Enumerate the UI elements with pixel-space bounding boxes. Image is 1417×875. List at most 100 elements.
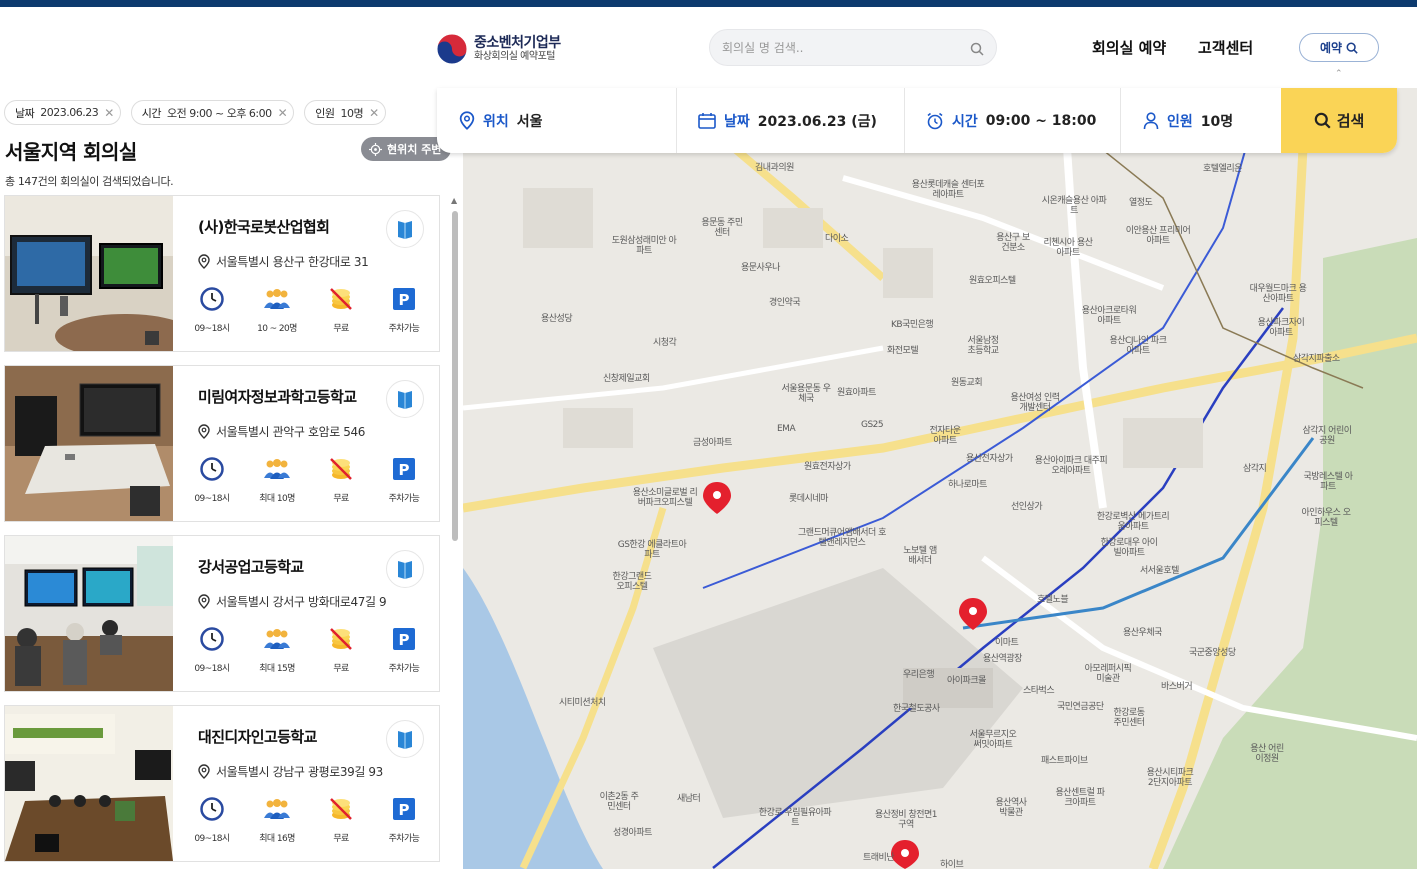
- map-label: 다이소: [825, 234, 849, 244]
- map-label: EMA: [777, 424, 796, 434]
- map-label: 용산소미글로벌 리버파크오피스텔: [632, 488, 698, 508]
- room-address: 서울특별시 관악구 호암로 546: [198, 423, 365, 440]
- room-card[interactable]: 미림여자정보과학고등학교 서울특별시 관악구 호암로 546 09~18시 최대…: [4, 365, 440, 522]
- feature-fee: 무료: [311, 286, 371, 334]
- map-label: 삼각지: [1243, 464, 1267, 474]
- people-filter[interactable]: 인원 10명: [1143, 88, 1233, 153]
- map-label: 호텔엘리온: [1203, 164, 1242, 174]
- room-name[interactable]: 강서공업고등학교: [198, 556, 304, 577]
- top-accent-bar: [0, 0, 1417, 7]
- map-label: 금성아파트: [693, 438, 732, 448]
- map-pin-icon: [198, 594, 210, 609]
- map-label: 원효오피스텔: [969, 276, 1016, 286]
- map-label: GS한강 에클라트아파트: [617, 540, 687, 560]
- no-fee-coins-icon: [311, 796, 371, 822]
- list-scrollbar[interactable]: ▲: [451, 196, 459, 869]
- feature-capacity: 최대 15명: [247, 626, 307, 674]
- chip-key: 날짜: [15, 106, 35, 120]
- room-photo: [5, 536, 173, 691]
- map-label: 아인하우스 오피스텔: [1301, 508, 1351, 528]
- map-label: 성경아파트: [613, 828, 652, 838]
- feature-hours: 09~18시: [182, 626, 242, 674]
- site-header: 중소벤처기업부 화상회의실 예약포털 회의실 예약 고객센터 예약 ⌃: [0, 7, 1417, 88]
- room-card[interactable]: 강서공업고등학교 서울특별시 강서구 방화대로47길 9 09~18시 최대 1…: [4, 535, 440, 692]
- date-value: 2023.06.23 (금): [757, 113, 877, 130]
- scroll-up-arrow-icon[interactable]: ▲: [451, 196, 457, 205]
- map-label: KB국민은행: [891, 320, 934, 330]
- nav-room-reservation[interactable]: 회의실 예약: [1092, 37, 1166, 58]
- close-icon[interactable]: ✕: [369, 106, 379, 120]
- time-filter[interactable]: 시간 09:00 ~ 18:00: [926, 88, 1096, 153]
- time-key: 시간: [952, 113, 978, 130]
- reserve-button[interactable]: 예약: [1299, 33, 1379, 62]
- location-filter[interactable]: 위치 서울: [459, 88, 543, 153]
- scroll-thumb[interactable]: [452, 211, 458, 541]
- room-address: 서울특별시 강남구 광평로39길 93: [198, 763, 383, 780]
- map-label: 용산 어린이정원: [1250, 744, 1284, 764]
- chip-key: 인원: [315, 106, 335, 120]
- map-label: 전자타운 아파트: [929, 426, 961, 446]
- chevron-up-icon: ⌃: [1335, 69, 1343, 79]
- map-view[interactable]: 김내과의원 용산롯데캐슬 센터포레아파트 시온캐슬용산 아파트 열정도 호텔엘리…: [463, 88, 1417, 869]
- feature-parking: P 주차가능: [374, 456, 434, 504]
- map-label: 용산시티파크 2단지아파트: [1146, 768, 1194, 788]
- address-text: 서울특별시 강서구 방화대로47길 9: [216, 595, 387, 609]
- divider: [676, 88, 677, 153]
- people-icon: [247, 286, 307, 312]
- search-icon[interactable]: [970, 41, 984, 60]
- feature-hours: 09~18시: [182, 456, 242, 504]
- room-name[interactable]: 대진디자인고등학교: [198, 726, 317, 747]
- close-icon[interactable]: ✕: [104, 106, 114, 120]
- map-label: 용산CJ나인 파크아파트: [1109, 336, 1167, 356]
- room-name[interactable]: (사)한국로봇산업협회: [198, 216, 330, 237]
- close-icon[interactable]: ✕: [278, 106, 288, 120]
- location-value: 서울: [516, 113, 543, 130]
- map-label: 도원삼성래미안 아파트: [611, 236, 677, 256]
- room-search-input[interactable]: [722, 40, 962, 55]
- date-filter[interactable]: 날짜 2023.06.23 (금): [698, 88, 877, 153]
- book-icon[interactable]: [386, 380, 424, 418]
- search-button[interactable]: 검색: [1281, 88, 1397, 153]
- nav-customer-center[interactable]: 고객센터: [1198, 37, 1253, 58]
- map-label: 국방레스텔 아파트: [1303, 472, 1353, 492]
- map-label: 하나로마트: [948, 480, 987, 490]
- feature-capacity: 10 ~ 20명: [247, 286, 307, 334]
- map-label: 노보텔 앰배서더: [903, 546, 937, 566]
- map-label: 선인상가: [1011, 502, 1043, 512]
- map-label: 한국철도공사: [893, 704, 940, 714]
- room-card[interactable]: (사)한국로봇산업협회 서울특별시 용산구 한강대로 31 09~18시 10 …: [4, 195, 440, 352]
- time-value: 09:00 ~ 18:00: [985, 112, 1097, 129]
- map-pin-icon: [198, 424, 210, 439]
- book-icon[interactable]: [386, 550, 424, 588]
- room-search-box[interactable]: [709, 29, 997, 66]
- map-label: 대우월드마크 용산아파트: [1249, 284, 1307, 304]
- search-filter-bar: 위치 서울 날짜 2023.06.23 (금) 시간 09:00 ~ 18:00…: [437, 88, 1397, 153]
- book-icon[interactable]: [386, 720, 424, 758]
- address-text: 서울특별시 용산구 한강대로 31: [216, 255, 369, 269]
- feature-parking: P 주차가능: [374, 286, 434, 334]
- map-label: GS25: [861, 420, 884, 430]
- no-fee-coins-icon: [311, 286, 371, 312]
- clock-icon: [182, 796, 242, 822]
- capacity-text: 10 ~ 20명: [257, 324, 297, 334]
- site-logo[interactable]: 중소벤처기업부 화상회의실 예약포털: [436, 33, 561, 65]
- map-label: 시온캐슬용산 아파트: [1041, 196, 1107, 216]
- map-label: 용산여성 인력개발센터: [1010, 393, 1060, 413]
- location-key: 위치: [483, 113, 509, 130]
- filter-chip-date[interactable]: 날짜 2023.06.23 ✕: [4, 100, 121, 125]
- room-card[interactable]: 대진디자인고등학교 서울특별시 강남구 광평로39길 93 09~18시 최대 …: [4, 705, 440, 862]
- fee-text: 무료: [333, 494, 349, 504]
- svg-text:P: P: [399, 461, 410, 479]
- chip-value: 오전 9:00 ~ 오후 6:00: [167, 106, 272, 120]
- map-label: 용문동 주민센터: [701, 218, 743, 238]
- map-label: 이촌2동 주민센터: [599, 792, 639, 812]
- filter-chip-people[interactable]: 인원 10명 ✕: [304, 100, 386, 125]
- filter-chip-time[interactable]: 시간 오전 9:00 ~ 오후 6:00 ✕: [130, 100, 295, 125]
- map-label: 용산롯데캐슬 센터포레아파트: [911, 180, 985, 200]
- room-name[interactable]: 미림여자정보과학고등학교: [198, 386, 357, 407]
- map-pin-icon: [459, 111, 475, 130]
- hours-text: 09~18시: [194, 834, 230, 844]
- map-label: 용산아크로타워 아파트: [1081, 306, 1137, 326]
- book-icon[interactable]: [386, 210, 424, 248]
- room-address: 서울특별시 강서구 방화대로47길 9: [198, 593, 387, 610]
